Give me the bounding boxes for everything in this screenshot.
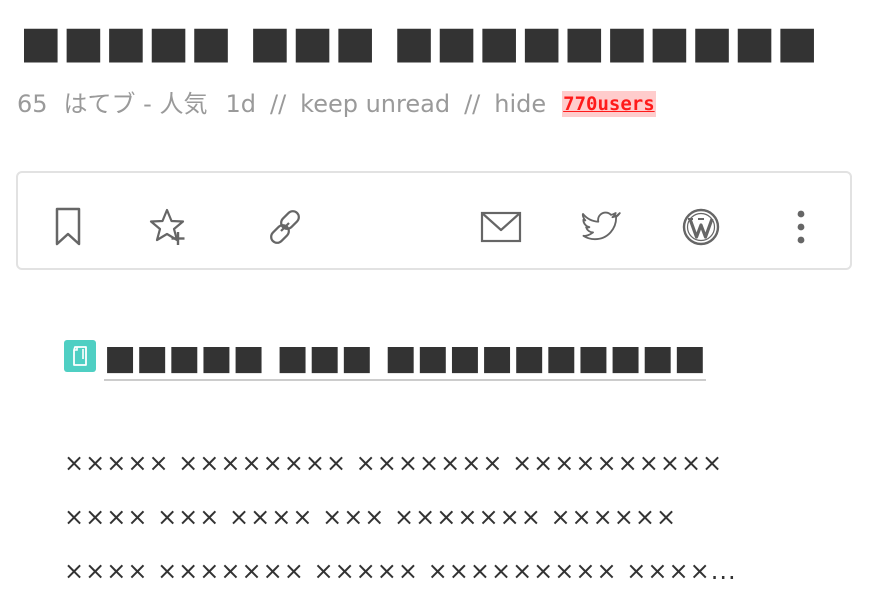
users-count-badge[interactable]: 770users bbox=[562, 91, 656, 117]
star-plus-icon bbox=[149, 208, 185, 245]
entry-title[interactable]: ■■■■■ ■■■ ■■■■■■■■■■ bbox=[20, 18, 819, 68]
link-icon bbox=[270, 210, 300, 244]
twitter-button[interactable] bbox=[579, 205, 623, 249]
description-line: ××××× ×××××××× ××××××× ×××××××××× bbox=[64, 449, 724, 477]
hide-link[interactable]: hide bbox=[494, 88, 546, 120]
document-icon bbox=[64, 340, 96, 372]
copy-link-button[interactable] bbox=[263, 205, 307, 249]
description-line: ×××× ××× ×××× ××× ××××××× ×××××× bbox=[64, 503, 678, 531]
mail-button[interactable] bbox=[479, 205, 523, 249]
bookmark-icon bbox=[55, 207, 81, 246]
article-title-link[interactable]: ■■■■■ ■■■ ■■■■■■■■■■ bbox=[104, 338, 706, 381]
entry-meta: 65 はてブ - 人気 1d // keep unread // hide 77… bbox=[17, 88, 656, 120]
description-line: ×××× ××××××× ××××× ××××××××× ××××... bbox=[64, 557, 737, 585]
entry-page: ■■■■■ ■■■ ■■■■■■■■■■ 65 はてブ - 人気 1d // k… bbox=[0, 0, 884, 606]
twitter-icon bbox=[581, 211, 621, 241]
meta-separator: // bbox=[269, 90, 287, 118]
entry-age: 1d bbox=[225, 90, 256, 118]
entry-count: 65 bbox=[17, 90, 48, 118]
entry-source: はてブ - 人気 bbox=[63, 90, 208, 118]
bookmark-button[interactable] bbox=[46, 205, 90, 249]
article-description: ××××× ×××××××× ××××××× ×××××××××× ×××× ×… bbox=[64, 436, 824, 598]
more-options-button[interactable] bbox=[779, 205, 823, 249]
wordpress-icon bbox=[682, 208, 720, 246]
meta-separator: // bbox=[464, 90, 481, 118]
more-vertical-icon bbox=[797, 210, 805, 244]
keep-unread-link[interactable]: keep unread bbox=[300, 88, 450, 120]
favorite-button[interactable] bbox=[147, 205, 191, 249]
share-toolbar bbox=[16, 171, 852, 270]
wordpress-button[interactable] bbox=[679, 205, 723, 249]
mail-icon bbox=[480, 211, 522, 243]
